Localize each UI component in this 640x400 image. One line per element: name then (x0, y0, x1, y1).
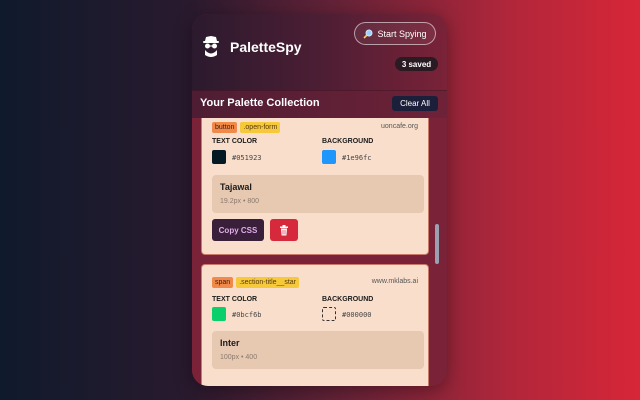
collection-header: Your Palette Collection Clear All (192, 90, 447, 119)
font-info: Inter 100px • 400 (212, 331, 424, 369)
background-hex: #000000 (342, 311, 372, 319)
background-swatch[interactable] (322, 150, 336, 164)
delete-button[interactable] (270, 219, 298, 241)
card-tags: span .section-title__star (212, 277, 299, 288)
text-color-label: TEXT COLOR (212, 296, 258, 303)
text-color-hex: #051923 (232, 154, 262, 162)
selector-tag: .section-title__star (236, 277, 299, 288)
copy-css-button[interactable]: Copy CSS (212, 219, 264, 241)
card-tags: button .open-form (212, 122, 281, 133)
app-title: PaletteSpy (230, 39, 302, 55)
text-color-hex: #0bcf6b (232, 311, 262, 319)
background-label: BACKGROUND (322, 138, 374, 145)
text-color-label: TEXT COLOR (212, 138, 258, 145)
font-info: Tajawal 19.2px • 800 (212, 175, 424, 213)
palette-card: button .open-form uoncafe.org TEXT COLOR… (201, 118, 429, 255)
site-domain: www.mklabs.ai (371, 278, 418, 285)
font-meta: 19.2px • 800 (220, 198, 260, 205)
palette-card: span .section-title__star www.mklabs.ai … (201, 264, 429, 386)
site-domain: uoncafe.org (381, 123, 418, 130)
background-hex: #1e96fc (342, 154, 372, 162)
trash-icon (280, 224, 288, 235)
header: PaletteSpy Start Spying 3 saved (192, 14, 447, 90)
font-name: Tajawal (220, 182, 252, 192)
selector-tag: .open-form (240, 122, 281, 133)
start-spying-label: Start Spying (377, 28, 427, 39)
spy-icon (203, 36, 219, 57)
background-label: BACKGROUND (322, 296, 374, 303)
start-spying-button[interactable]: Start Spying (354, 22, 436, 45)
text-color-swatch[interactable] (212, 307, 226, 321)
clear-all-button[interactable]: Clear All (392, 96, 438, 111)
scrollbar[interactable] (435, 224, 439, 264)
element-tag: span (212, 277, 234, 288)
text-color-swatch[interactable] (212, 150, 226, 164)
collection-title: Your Palette Collection (200, 97, 320, 109)
background-swatch[interactable] (322, 307, 336, 321)
font-meta: 100px • 400 (220, 354, 258, 361)
saved-count-badge: 3 saved (395, 57, 438, 71)
font-name: Inter (220, 338, 240, 348)
palettespy-popup: PaletteSpy Start Spying 3 saved Your Pal… (192, 14, 447, 386)
magnifier-icon (363, 29, 373, 39)
palette-list[interactable]: button .open-form uoncafe.org TEXT COLOR… (192, 118, 447, 386)
element-tag: button (212, 122, 238, 133)
